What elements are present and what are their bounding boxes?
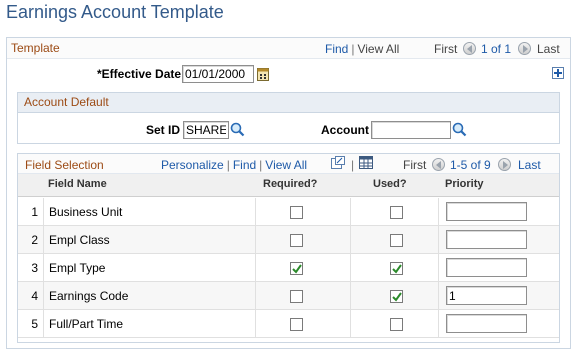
template-view-all-link[interactable]: View All: [357, 42, 399, 56]
required-checkbox[interactable]: [290, 318, 303, 331]
template-last-link[interactable]: Last: [537, 42, 560, 56]
cell-divider: [43, 282, 44, 310]
cell-divider: [438, 282, 439, 310]
separator: |: [351, 42, 355, 56]
cell-divider: [255, 254, 256, 282]
cell-divider: [43, 310, 44, 338]
used-checkbox[interactable]: [390, 262, 403, 275]
cell-divider: [350, 310, 351, 338]
cell-divider: [350, 254, 351, 282]
template-find-link[interactable]: Find: [325, 42, 348, 56]
account-default-group: Account Default Set ID Account: [17, 92, 560, 144]
field-name-cell: Empl Class: [49, 233, 110, 247]
account-input[interactable]: [371, 121, 451, 139]
calendar-icon[interactable]: [257, 67, 269, 84]
separator: |: [351, 158, 355, 172]
cell-divider: [350, 226, 351, 254]
field-name-cell: Empl Type: [49, 261, 106, 275]
priority-input[interactable]: [446, 258, 527, 277]
effective-date-input[interactable]: [182, 65, 254, 83]
setid-input[interactable]: [183, 121, 229, 139]
field-selection-title: Field Selection: [25, 158, 104, 172]
grid-range-label: 1-5 of 9: [450, 158, 491, 172]
required-checkbox[interactable]: [290, 290, 303, 303]
table-row: 1 Business Unit: [18, 198, 559, 226]
field-selection-header: Field Selection Personalize | Find | View Al…: [18, 154, 559, 174]
col-priority[interactable]: Priority: [445, 178, 484, 190]
row-number: 5: [31, 317, 38, 331]
table-row: 3 Empl Type: [18, 254, 559, 282]
page-title: Earnings Account Template: [6, 2, 224, 22]
required-checkbox[interactable]: [290, 234, 303, 247]
cell-divider: [255, 226, 256, 254]
cell-divider: [438, 198, 439, 226]
grid-next-icon[interactable]: [498, 158, 511, 171]
required-checkbox[interactable]: [290, 206, 303, 219]
cell-divider: [438, 254, 439, 282]
grid-last-link[interactable]: Last: [518, 158, 541, 172]
col-required[interactable]: Required?: [263, 178, 317, 190]
required-checkbox[interactable]: [290, 262, 303, 275]
priority-input[interactable]: [446, 286, 527, 305]
setid-lookup-icon[interactable]: [230, 122, 245, 140]
personalize-link[interactable]: Personalize: [161, 158, 224, 172]
used-checkbox[interactable]: [390, 234, 403, 247]
cell-divider: [43, 198, 44, 226]
next-icon[interactable]: [518, 42, 531, 55]
cell-divider: [255, 198, 256, 226]
cell-divider: [438, 226, 439, 254]
field-name-cell: Earnings Code: [49, 289, 129, 303]
priority-input[interactable]: [446, 202, 527, 221]
grid-previous-icon[interactable]: [432, 158, 445, 171]
field-name-cell: Business Unit: [49, 205, 123, 219]
account-default-title: Account Default: [24, 95, 109, 109]
grid-view-all-link[interactable]: View All: [265, 158, 307, 172]
cell-divider: [350, 198, 351, 226]
row-number: 4: [31, 289, 38, 303]
used-checkbox[interactable]: [390, 318, 403, 331]
table-row: 5 Full/Part Time: [18, 310, 559, 338]
template-group-header: Template Find | View All First 1 of 1 Last: [7, 38, 570, 59]
row-number: 1: [31, 205, 38, 219]
account-default-header: Account Default: [18, 93, 559, 113]
col-field-name[interactable]: Field Name: [48, 178, 107, 190]
field-name-cell: Full/Part Time: [49, 317, 124, 331]
template-range-label: 1 of 1: [481, 42, 512, 56]
grid-find-link[interactable]: Find: [233, 158, 256, 172]
setid-label: Set ID: [146, 123, 181, 137]
used-checkbox[interactable]: [390, 290, 403, 303]
new-window-icon[interactable]: [331, 156, 345, 172]
add-row-icon[interactable]: [552, 67, 564, 82]
separator: |: [226, 158, 230, 172]
template-group: Template Find | View All First 1 of 1 Last…: [6, 37, 571, 349]
cell-divider: [438, 310, 439, 338]
col-used[interactable]: Used?: [373, 178, 407, 190]
spreadsheet-icon[interactable]: [359, 156, 373, 172]
row-number: 3: [31, 261, 38, 275]
effective-date-label: *Effective Date: [97, 67, 182, 81]
row-number: 2: [31, 233, 38, 247]
account-lookup-icon[interactable]: [452, 122, 467, 140]
cell-divider: [43, 254, 44, 282]
priority-input[interactable]: [446, 230, 527, 249]
cell-divider: [43, 226, 44, 254]
account-label: Account: [321, 123, 369, 137]
grid-column-header: Field Name Required? Used? Priority: [18, 174, 559, 197]
priority-input[interactable]: [446, 314, 527, 333]
separator: |: [259, 158, 263, 172]
previous-icon[interactable]: [463, 42, 476, 55]
cell-divider: [350, 282, 351, 310]
table-row: 2 Empl Class: [18, 226, 559, 254]
grid-first-link[interactable]: First: [403, 158, 426, 172]
used-checkbox[interactable]: [390, 206, 403, 219]
cell-divider: [255, 282, 256, 310]
template-group-title: Template: [11, 41, 60, 55]
template-first-link[interactable]: First: [434, 42, 457, 56]
field-selection-grid: Field Selection Personalize | Find | View Al…: [17, 153, 560, 343]
cell-divider: [255, 310, 256, 338]
table-row: 4 Earnings Code: [18, 282, 559, 310]
